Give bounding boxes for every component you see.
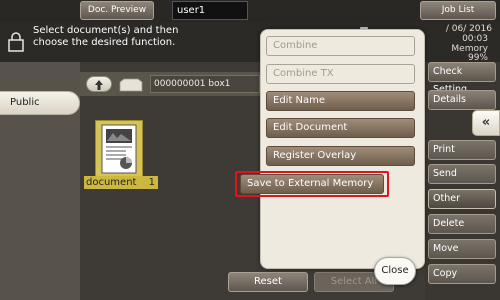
document-lock-icon: [8, 32, 24, 52]
doc-preview-button[interactable]: Doc. Preview: [80, 1, 154, 20]
folder-icon: [119, 78, 143, 92]
delete-button[interactable]: Delete: [428, 214, 496, 234]
up-arrow-icon: [95, 80, 103, 90]
menu-item-register-overlay[interactable]: Register Overlay: [266, 146, 415, 166]
details-button[interactable]: Details: [428, 90, 496, 110]
print-button[interactable]: Print: [428, 140, 496, 160]
menu-item-combine[interactable]: Combine: [266, 36, 415, 56]
other-button[interactable]: Other: [428, 189, 496, 209]
instruction-line-1: Select document(s) and then: [33, 25, 179, 36]
tab-public[interactable]: Public: [0, 91, 80, 115]
menu-item-edit-document[interactable]: Edit Document: [266, 118, 415, 138]
user-name-display: user1: [172, 1, 248, 20]
document-page-count: 1: [148, 177, 155, 188]
document-thumbnail-icon: [101, 124, 137, 174]
copy-button[interactable]: Copy: [428, 264, 496, 284]
instruction-line-2: choose the desired function.: [33, 37, 176, 48]
check-setting-button[interactable]: Check Setting: [428, 62, 496, 95]
job-list-button[interactable]: Job List: [420, 1, 496, 20]
move-button[interactable]: Move: [428, 239, 496, 259]
document-thumbnail[interactable]: [95, 120, 143, 178]
instruction-text: Select document(s) and then choose the d…: [33, 25, 253, 49]
box-path-field: 000000001 box1: [150, 75, 260, 93]
document-name-label[interactable]: document 1: [84, 176, 158, 189]
document-name: document: [86, 177, 137, 188]
reset-button[interactable]: Reset: [228, 272, 308, 292]
up-folder-button[interactable]: [86, 76, 112, 92]
selection-highlight: [235, 171, 389, 197]
menu-item-edit-name[interactable]: Edit Name: [266, 91, 415, 111]
send-button[interactable]: Send: [428, 164, 496, 184]
close-button[interactable]: Close: [374, 257, 416, 285]
menu-item-combine-tx[interactable]: Combine TX: [266, 64, 415, 84]
collapse-arrow-icon[interactable]: «: [472, 110, 500, 136]
